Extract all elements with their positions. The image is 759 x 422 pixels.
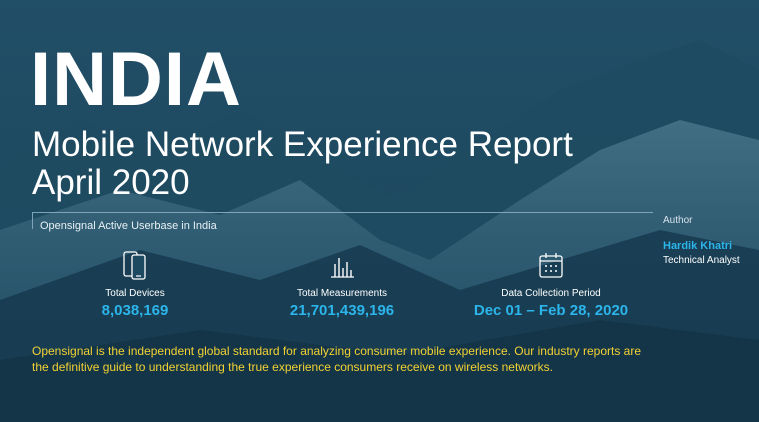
- calendar-icon: [539, 253, 563, 278]
- report-subtitle-line2: April 2020: [32, 163, 190, 202]
- stat-data-collection-period: Data Collection Period Dec 01 – Feb 28, …: [441, 250, 661, 319]
- country-title: INDIA: [30, 37, 242, 122]
- stat-value: 8,038,169: [101, 302, 169, 319]
- stat-total-measurements: Total Measurements 21,701,439,196: [232, 250, 452, 319]
- stat-total-devices: Total Devices 8,038,169: [25, 250, 245, 319]
- bar-chart-icon: [331, 258, 354, 278]
- report-subtitle-line1: Mobile Network Experience Report: [32, 125, 573, 164]
- author-label: Author: [663, 215, 693, 226]
- smartphone-icon: [123, 251, 146, 280]
- stat-label: Total Measurements: [296, 288, 388, 299]
- author-name: Hardik Khatri: [663, 240, 733, 252]
- stat-label: Data Collection Period: [501, 288, 601, 299]
- report-cover: INDIA Mobile Network Experience Report A…: [0, 0, 759, 422]
- stat-label: Total Devices: [105, 288, 165, 299]
- opensignal-description: Opensignal is the independent global sta…: [32, 344, 642, 374]
- stat-value: 21,701,439,196: [289, 302, 395, 319]
- report-subtitle: Mobile Network Experience Report April 2…: [32, 126, 573, 202]
- author-role: Technical Analyst: [663, 255, 740, 266]
- stat-value: Dec 01 – Feb 28, 2020: [473, 302, 629, 319]
- section-label: Opensignal Active Userbase in India: [40, 220, 217, 232]
